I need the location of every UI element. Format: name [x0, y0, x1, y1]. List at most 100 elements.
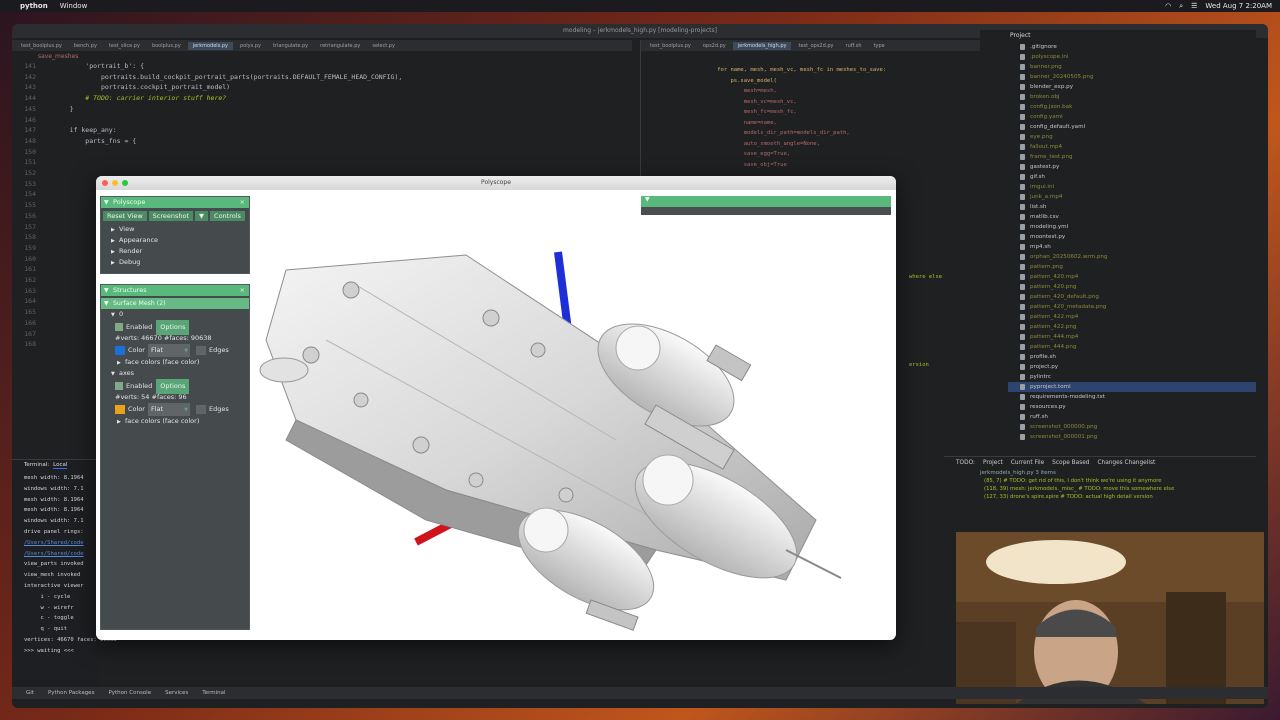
section-appearance[interactable]: ▶ Appearance — [101, 235, 249, 246]
face-colors-row[interactable]: ▶ face colors (face color) — [101, 357, 249, 368]
statusbar-item[interactable]: Git — [26, 690, 34, 696]
todo-tab[interactable]: Changes Changelist — [1097, 460, 1155, 466]
statusbar-item[interactable]: Python Console — [108, 690, 151, 696]
structures-header[interactable]: ▼ Structures × — [101, 285, 249, 296]
file-item[interactable]: .gitignore — [1008, 42, 1256, 52]
section-view[interactable]: ▶ View — [101, 224, 249, 235]
terminal-tab-local[interactable]: Local — [53, 462, 68, 469]
zoom-icon[interactable] — [122, 180, 128, 186]
file-item[interactable]: config_default.yaml — [1008, 122, 1256, 132]
reset-view-button[interactable]: Reset View — [103, 211, 147, 221]
file-item[interactable]: eye.png — [1008, 132, 1256, 142]
file-item[interactable]: banner.png — [1008, 62, 1256, 72]
file-item[interactable]: pattern_420_default.png — [1008, 292, 1256, 302]
file-item[interactable]: pattern_420.mp4 — [1008, 272, 1256, 282]
app-menu[interactable]: python — [20, 2, 48, 10]
editor-tab[interactable]: jerkmodels_high.py — [732, 41, 792, 50]
todo-item[interactable]: (85, 7) # TODO: get rid of this, I don't… — [984, 477, 1256, 485]
file-item[interactable]: junk_a.mp4 — [1008, 192, 1256, 202]
file-item[interactable]: gif.sh — [1008, 172, 1256, 182]
editor-tab[interactable]: test_ops2d.py — [793, 42, 838, 50]
collapse-icon[interactable]: ▼ — [104, 197, 109, 208]
file-item[interactable]: orphan_20250602.wrm.png — [1008, 252, 1256, 262]
file-item[interactable]: resources.py — [1008, 402, 1256, 412]
file-item[interactable]: banner_20240505.png — [1008, 72, 1256, 82]
file-item[interactable]: project.py — [1008, 362, 1256, 372]
close-icon[interactable]: × — [240, 197, 245, 208]
file-item[interactable]: modeling.yml — [1008, 222, 1256, 232]
todo-tab[interactable]: Scope Based — [1052, 460, 1089, 466]
mesh-entry[interactable]: ▼ axes — [101, 368, 249, 379]
enabled-checkbox[interactable] — [115, 382, 123, 390]
section-render[interactable]: ▶ Render — [101, 246, 249, 257]
file-item[interactable]: screenshot_000001.png — [1008, 432, 1256, 442]
editor-tab[interactable]: bench.py — [69, 42, 102, 50]
editor-tab[interactable]: test_boolplus.py — [645, 42, 696, 50]
todo-item[interactable]: (118, 39) mesh: jerkmodels._misc_ # TODO… — [984, 485, 1256, 493]
editor-tab[interactable]: ruff.sh — [841, 42, 867, 50]
collapse-icon[interactable]: ▼ — [104, 285, 109, 296]
todo-tab[interactable]: Project — [983, 460, 1003, 466]
file-item[interactable]: list.sh — [1008, 202, 1256, 212]
editor-tab[interactable]: ops2d.py — [698, 42, 731, 50]
editor-tab[interactable]: select.py — [367, 42, 400, 50]
editor-tab[interactable]: test_boolplus.py — [16, 42, 67, 50]
screenshot-dropdown[interactable]: ▼ — [195, 211, 209, 221]
mesh-entry[interactable]: ▼ 0 — [101, 309, 249, 320]
editor-tab[interactable]: test_slice.py — [104, 42, 145, 50]
enabled-checkbox[interactable] — [115, 323, 123, 331]
file-item[interactable]: fallout.mp4 — [1008, 142, 1256, 152]
code-area-right[interactable]: for name, mesh, mesh_vc, mesh_fc in mesh… — [641, 51, 990, 170]
close-icon[interactable]: × — [240, 285, 245, 296]
selection-panel-header[interactable]: ▼ — [641, 196, 891, 207]
shade-select[interactable]: Flat — [147, 403, 190, 417]
controls-button[interactable]: Controls — [210, 211, 245, 221]
project-header[interactable]: Project — [980, 30, 1256, 42]
file-item[interactable]: pattern_420_metadata.png — [1008, 302, 1256, 312]
file-item[interactable]: matlib.csv — [1008, 212, 1256, 222]
file-item[interactable]: config.yaml — [1008, 112, 1256, 122]
minimize-icon[interactable] — [112, 180, 118, 186]
file-item[interactable]: profile.sh — [1008, 352, 1256, 362]
clock[interactable]: Wed Aug 7 2:20AM — [1205, 2, 1272, 10]
file-item[interactable]: pattern_422.mp4 — [1008, 312, 1256, 322]
file-item[interactable]: requirements-modeling.txt — [1008, 392, 1256, 402]
edges-toggle[interactable] — [195, 345, 206, 355]
statusbar-item[interactable]: Python Packages — [48, 690, 94, 696]
face-colors-row[interactable]: ▶ face colors (face color) — [101, 416, 249, 427]
screenshot-button[interactable]: Screenshot — [148, 211, 194, 221]
file-item[interactable]: pattern_420.png — [1008, 282, 1256, 292]
file-item[interactable]: .polyscope.ini — [1008, 52, 1256, 62]
file-item[interactable]: pattern_422.png — [1008, 322, 1256, 332]
file-item[interactable]: pattern.png — [1008, 262, 1256, 272]
file-item[interactable]: pylintrc — [1008, 372, 1256, 382]
window-menu[interactable]: Window — [60, 2, 88, 10]
polyscope-panel-header[interactable]: ▼ Polyscope × — [101, 197, 249, 208]
search-icon[interactable]: ⌕ — [1179, 2, 1183, 11]
file-item[interactable]: pyproject.toml — [1008, 382, 1256, 392]
surface-mesh-group[interactable]: ▼ Surface Mesh (2) — [101, 298, 249, 309]
file-item[interactable]: ruff.sh — [1008, 412, 1256, 422]
section-debug[interactable]: ▶ Debug — [101, 257, 249, 268]
todo-tab[interactable]: Current File — [1011, 460, 1044, 466]
file-item[interactable]: gastest.py — [1008, 162, 1256, 172]
file-item[interactable]: blender_exp.py — [1008, 82, 1256, 92]
color-swatch[interactable] — [115, 404, 125, 414]
close-icon[interactable] — [102, 180, 108, 186]
editor-tab[interactable]: retriangulate.py — [315, 42, 365, 50]
file-item[interactable]: imgui.ini — [1008, 182, 1256, 192]
file-item[interactable]: pattern_444.png — [1008, 342, 1256, 352]
todo-file[interactable]: jerkmodels_high.py 3 items — [944, 469, 1256, 477]
wifi-icon[interactable]: ◠ — [1165, 2, 1171, 10]
statusbar-item[interactable]: Terminal — [202, 690, 225, 696]
editor-tab[interactable]: boolplus.py — [147, 42, 186, 50]
editor-tab[interactable]: polys.py — [235, 42, 266, 50]
file-item[interactable]: config.json.bak — [1008, 102, 1256, 112]
color-swatch[interactable] — [115, 345, 125, 355]
terminal-output[interactable]: mesh width: 8.1964 windows width: 7.1 mesh… — [12, 471, 117, 657]
control-center-icon[interactable]: ☰ — [1191, 2, 1197, 10]
shade-select[interactable]: Flat — [147, 344, 190, 358]
breadcrumb[interactable]: save_meshes — [12, 51, 632, 61]
editor-tab[interactable]: type — [869, 42, 890, 50]
edges-toggle[interactable] — [195, 404, 206, 414]
